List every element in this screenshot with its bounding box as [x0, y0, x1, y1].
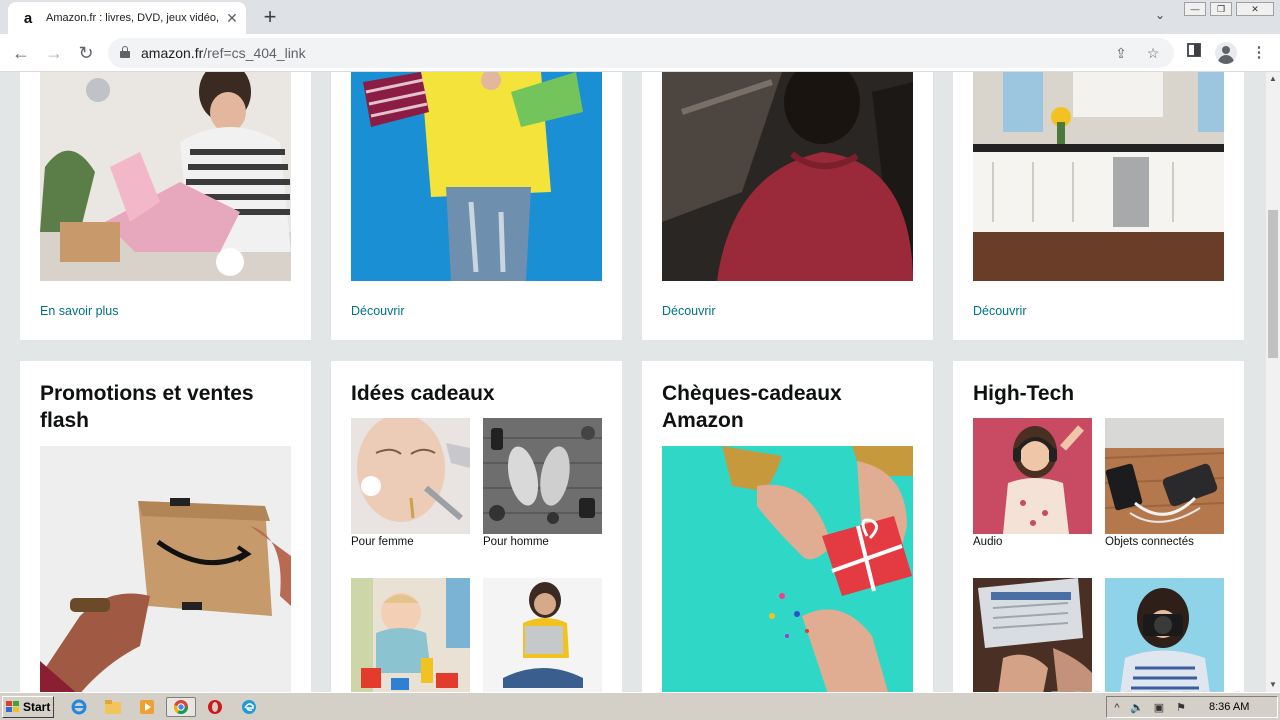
card-high-tech: High-Tech Audio Objets connectés [953, 361, 1244, 692]
tab-search-chevron-icon[interactable]: ⌄ [1150, 8, 1170, 26]
photographer-image[interactable] [1105, 578, 1224, 692]
anyrun-watermark: ANY RUN [1040, 682, 1245, 692]
close-tab-icon[interactable]: ✕ [224, 10, 240, 26]
windows-taskbar: Start ^ 🔈 ▣ ⚑ 8:36 AM [0, 692, 1280, 720]
pour-homme-image[interactable] [483, 418, 602, 534]
action-center-flag-icon[interactable]: ⚑ [1173, 700, 1189, 716]
edge-icon[interactable] [238, 697, 260, 717]
kitchen-interior-image[interactable] [973, 72, 1224, 281]
caption-pour-homme[interactable]: Pour homme [483, 536, 549, 548]
card-idees-cadeaux: Idées cadeaux Pour femme Pour homme [331, 361, 622, 692]
volume-icon[interactable]: 🔈 [1129, 700, 1145, 716]
objets-connectes-image[interactable] [1105, 418, 1224, 534]
reload-icon[interactable]: ↻ [73, 40, 99, 66]
amazon-favicon-icon: a [23, 9, 33, 27]
en-savoir-plus-link[interactable]: En savoir plus [40, 304, 119, 318]
network-icon[interactable]: ▣ [1151, 700, 1167, 716]
url-text: amazon.fr/ref=cs_404_link [141, 45, 306, 61]
card-promotions: Promotions et ventes flash [20, 361, 311, 692]
child-playing-image[interactable] [351, 578, 470, 692]
woman-laptop-image[interactable] [483, 578, 602, 692]
bookmark-star-icon[interactable]: ☆ [1144, 44, 1162, 62]
address-bar[interactable]: amazon.fr/ref=cs_404_link ⇪ ☆ [108, 38, 1174, 68]
scroll-up-arrow-icon[interactable]: ▲ [1266, 72, 1280, 86]
card-title-cheques-cadeaux[interactable]: Chèques-cadeaux Amazon [662, 380, 902, 434]
decouvrir-link-3[interactable]: Découvrir [662, 304, 716, 318]
card-title-promotions[interactable]: Promotions et ventes flash [40, 380, 280, 434]
card-title-high-tech[interactable]: High-Tech [973, 380, 1074, 407]
laptop-hands-image[interactable] [973, 578, 1092, 692]
internet-explorer-icon[interactable] [68, 697, 90, 717]
minimize-window-icon[interactable]: — [1184, 2, 1206, 16]
windows-logo-icon [6, 701, 20, 713]
man-red-shirt-image[interactable] [662, 72, 913, 281]
hands-holding-amazon-box-image[interactable] [40, 446, 291, 692]
start-button[interactable]: Start [2, 696, 54, 718]
page-scrollbar[interactable]: ▲ ▼ [1266, 72, 1280, 692]
profile-avatar-icon[interactable] [1215, 42, 1237, 64]
restore-window-icon[interactable]: ❐ [1210, 2, 1232, 16]
hands-holding-gift-image[interactable] [662, 446, 913, 692]
caption-audio[interactable]: Audio [973, 536, 1002, 548]
student-yellow-sweater-image[interactable] [351, 72, 602, 281]
caption-pour-femme[interactable]: Pour femme [351, 536, 414, 548]
page-viewport: En savoir plus Découvrir Découvrir Décou… [0, 72, 1266, 692]
tray-expand-arrow-icon[interactable]: ^ [1109, 700, 1125, 716]
card-top-1: En savoir plus [20, 72, 311, 340]
card-top-4: Découvrir [953, 72, 1244, 340]
card-top-2: Découvrir [331, 72, 622, 340]
browser-tab-amazon[interactable]: a Amazon.fr : livres, DVD, jeux vidéo, m… [8, 2, 246, 34]
browser-toolbar: ← → ↻ amazon.fr/ref=cs_404_link ⇪ ☆ ⋮ [0, 34, 1280, 72]
system-tray: ^ 🔈 ▣ ⚑ 8:36 AM [1106, 696, 1278, 718]
side-panel-icon[interactable] [1183, 42, 1205, 64]
back-arrow-icon[interactable]: ← [8, 40, 34, 66]
taskbar-clock[interactable]: 8:36 AM [1209, 701, 1249, 713]
woman-opening-package-image[interactable] [40, 72, 291, 281]
opera-icon[interactable] [204, 697, 226, 717]
media-player-icon[interactable] [136, 697, 158, 717]
chrome-taskbar-icon[interactable] [166, 697, 196, 717]
close-window-icon[interactable]: ✕ [1236, 2, 1274, 16]
forward-arrow-icon[interactable]: → [41, 40, 67, 66]
card-title-idees-cadeaux[interactable]: Idées cadeaux [351, 380, 495, 407]
card-cheques-cadeaux: Chèques-cadeaux Amazon [642, 361, 933, 692]
caption-objets-connectes[interactable]: Objets connectés [1105, 536, 1194, 548]
menu-kebab-icon[interactable]: ⋮ [1248, 42, 1270, 64]
new-tab-icon[interactable]: + [258, 6, 282, 30]
scrollbar-thumb[interactable] [1268, 210, 1278, 358]
tab-strip: a Amazon.fr : livres, DVD, jeux vidéo, m… [0, 0, 1280, 34]
card-top-3: Découvrir [642, 72, 933, 340]
lock-icon [120, 46, 130, 58]
start-label: Start [23, 700, 51, 714]
decouvrir-link-2[interactable]: Découvrir [351, 304, 405, 318]
decouvrir-link-4[interactable]: Découvrir [973, 304, 1027, 318]
share-icon[interactable]: ⇪ [1112, 44, 1130, 62]
scroll-down-arrow-icon[interactable]: ▼ [1266, 678, 1280, 692]
audio-image[interactable] [973, 418, 1092, 534]
tab-title: Amazon.fr : livres, DVD, jeux vidéo, mus… [46, 12, 220, 24]
pour-femme-image[interactable] [351, 418, 470, 534]
file-explorer-icon[interactable] [102, 697, 124, 717]
